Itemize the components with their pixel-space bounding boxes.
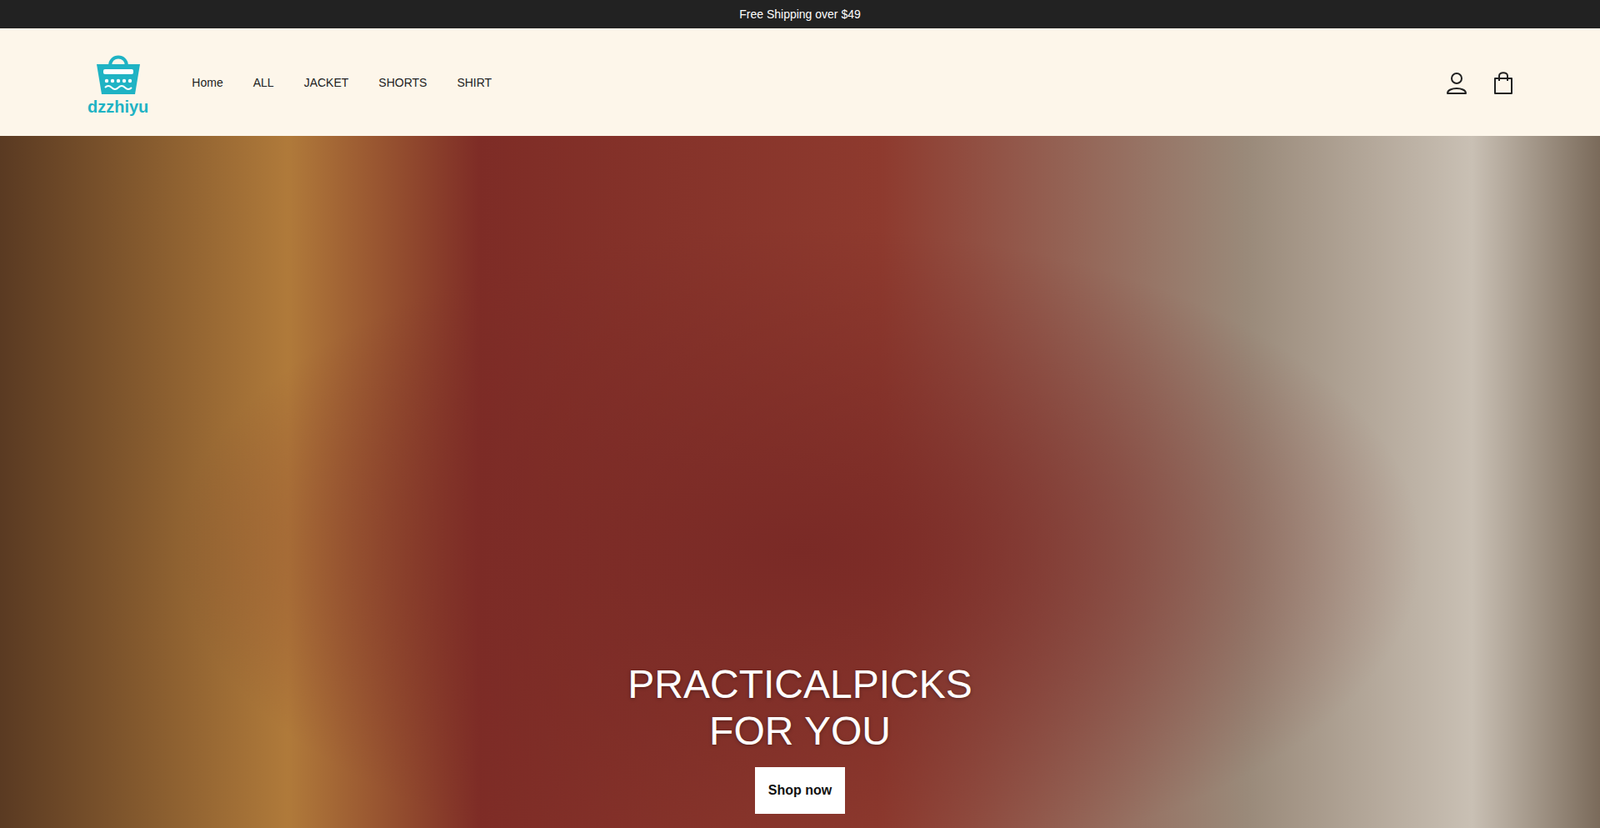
announcement-text: Free Shipping over $49: [739, 7, 861, 21]
nav-item[interactable]: SHIRT: [456, 75, 492, 90]
account-icon[interactable]: [1445, 70, 1469, 95]
nav-item[interactable]: Home: [191, 75, 223, 90]
main-nav: Home ALL JACKET SHORTS SHIRT: [191, 75, 492, 90]
nav-item[interactable]: JACKET: [304, 75, 350, 90]
shop-now-button[interactable]: Shop now: [755, 766, 845, 814]
hero-heading-line: PRACTICALPICKS: [627, 660, 972, 709]
shopping-bag-logo-icon: [91, 49, 145, 96]
cart-icon[interactable]: [1491, 70, 1515, 95]
hero-heading-line: FOR YOU: [709, 707, 891, 755]
hero-heading: PRACTICALPICKSFOR YOU: [627, 660, 972, 755]
announcement-bar: Free Shipping over $49: [0, 0, 1600, 29]
header: dzzhiyu Home ALL JACKET SHORTS SHIRT: [0, 28, 1600, 136]
nav-item[interactable]: SHORTS: [378, 75, 427, 90]
logo[interactable]: dzzhiyu: [87, 49, 149, 116]
nav-item[interactable]: ALL: [253, 75, 275, 90]
hero-banner: PRACTICALPICKSFOR YOU Shop now: [0, 135, 1600, 828]
page: Free Shipping over $49 dzzhiyu Home ALL JACK…: [0, 0, 1600, 828]
logo-text: dzzhiyu: [87, 97, 149, 116]
